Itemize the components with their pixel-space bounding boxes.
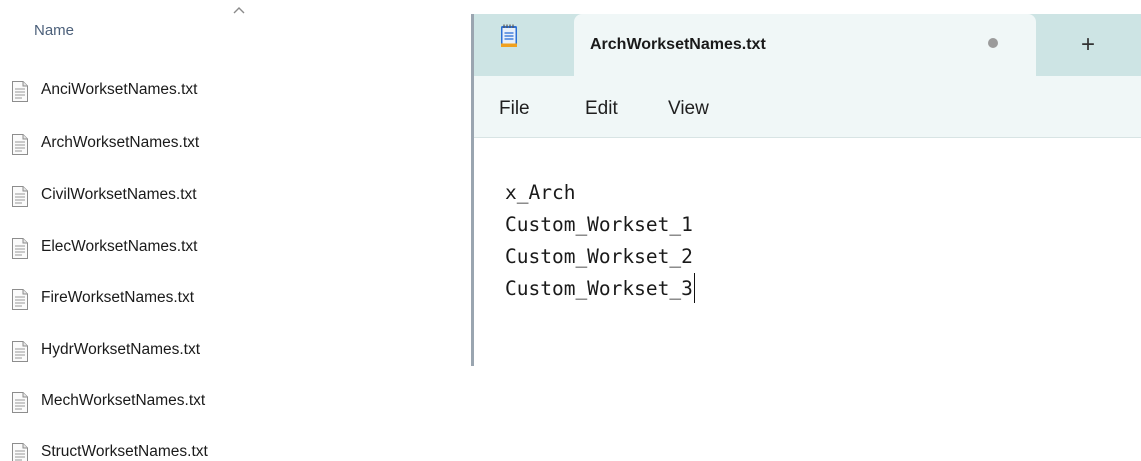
text-file-icon xyxy=(12,134,28,155)
text-file-icon xyxy=(12,443,28,461)
unsaved-changes-dot-icon[interactable] xyxy=(988,38,998,48)
text-file-icon xyxy=(12,238,28,259)
file-row[interactable]: HydrWorksetNames.txt xyxy=(0,337,420,365)
name-column-header[interactable]: Name xyxy=(34,22,74,39)
tab-archworksetnames[interactable]: ArchWorksetNames.txt xyxy=(574,14,1036,76)
sort-ascending-icon[interactable] xyxy=(232,6,246,14)
notepad-window: ArchWorksetNames.txt + File Edit View x_… xyxy=(471,14,1141,461)
file-row[interactable]: MechWorksetNames.txt xyxy=(0,388,420,416)
editor-line-last: Custom_Workset_3 xyxy=(505,273,696,305)
file-name: StructWorksetNames.txt xyxy=(41,443,208,460)
new-tab-button[interactable]: + xyxy=(1070,27,1106,63)
file-row[interactable]: CivilWorksetNames.txt xyxy=(0,182,420,210)
file-row[interactable]: ArchWorksetNames.txt xyxy=(0,130,420,158)
file-row[interactable]: StructWorksetNames.txt xyxy=(0,439,420,461)
editor-line: Custom_Workset_2 xyxy=(505,245,693,268)
text-caret xyxy=(693,273,696,303)
file-name: AnciWorksetNames.txt xyxy=(41,81,198,98)
editor-line-text: Custom_Workset_3 xyxy=(505,277,693,300)
file-name: ElecWorksetNames.txt xyxy=(41,238,198,255)
file-name: HydrWorksetNames.txt xyxy=(41,341,201,358)
text-file-icon xyxy=(12,392,28,413)
editor-line: Custom_Workset_1 xyxy=(505,213,693,236)
text-file-icon xyxy=(12,81,28,102)
text-editor-area[interactable]: x_Arch Custom_Workset_1 Custom_Workset_2… xyxy=(474,139,1141,367)
file-row[interactable]: ElecWorksetNames.txt xyxy=(0,234,420,262)
tab-bar: ArchWorksetNames.txt + xyxy=(474,14,1141,76)
menu-bar: File Edit View xyxy=(474,76,1141,138)
editor-content: x_Arch Custom_Workset_1 Custom_Workset_2… xyxy=(505,177,696,305)
editor-line: x_Arch xyxy=(505,181,576,204)
file-name: FireWorksetNames.txt xyxy=(41,289,195,306)
text-file-icon xyxy=(12,341,28,362)
menu-edit[interactable]: Edit xyxy=(585,98,618,120)
file-name: ArchWorksetNames.txt xyxy=(41,134,200,151)
menu-view[interactable]: View xyxy=(668,98,709,120)
file-explorer-list: Name AnciWorksetNames.txt ArchWorksetNam… xyxy=(0,0,470,461)
tab-title: ArchWorksetNames.txt xyxy=(590,36,766,53)
file-name: MechWorksetNames.txt xyxy=(41,392,206,409)
menu-file[interactable]: File xyxy=(499,98,530,120)
notepad-app-icon xyxy=(501,24,517,47)
file-row[interactable]: AnciWorksetNames.txt xyxy=(0,77,420,105)
text-file-icon xyxy=(12,289,28,310)
file-row[interactable]: FireWorksetNames.txt xyxy=(0,285,420,313)
file-name: CivilWorksetNames.txt xyxy=(41,186,197,203)
text-file-icon xyxy=(12,186,28,207)
